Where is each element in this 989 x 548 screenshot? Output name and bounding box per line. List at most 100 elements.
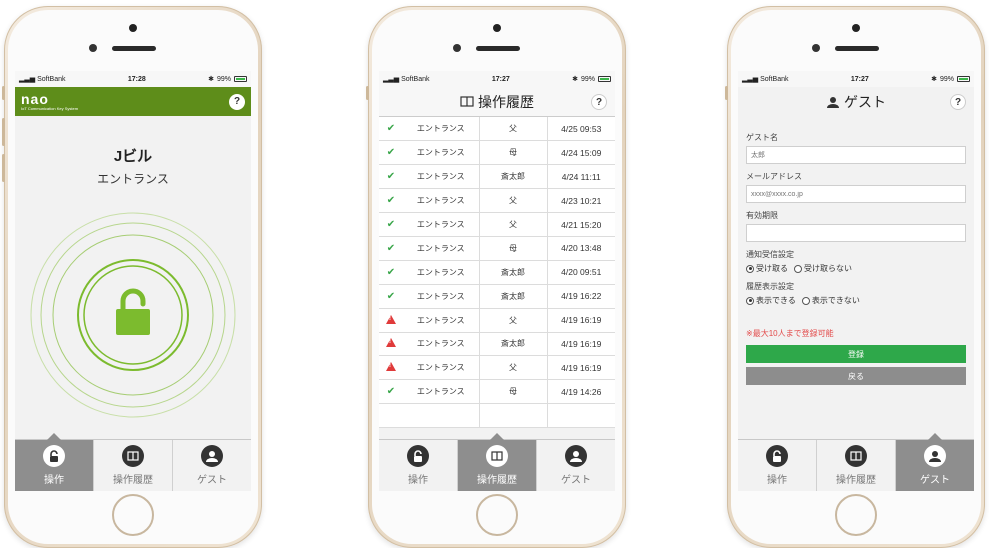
front-camera	[129, 24, 137, 32]
battery-icon	[233, 76, 247, 82]
status-cell: ✔	[379, 140, 403, 166]
earpiece-speaker	[835, 46, 879, 51]
tab-operation[interactable]: 操作	[15, 433, 93, 491]
tab-operation[interactable]: 操作	[379, 440, 457, 491]
status-cell: ✔	[379, 379, 403, 405]
tab-guest[interactable]: ゲスト	[536, 440, 615, 491]
radio-button[interactable]	[794, 264, 802, 273]
guest-icon	[924, 445, 946, 467]
status-cell	[379, 308, 403, 333]
battery-percent: 99%	[939, 75, 954, 83]
table-row: ✔ エントランス 斎太郎 4/19 16:22	[379, 284, 615, 309]
history-table: ✔ エントランス父 4/25 09:53 ✔ エントランス母 4/24 15:09 ✔ エント…	[379, 117, 615, 429]
time-cell: 4/23 10:21	[547, 188, 615, 214]
status-cell	[379, 355, 403, 381]
time-cell: 4/24 15:09	[547, 140, 615, 166]
history-visible-radio[interactable]: 表示できる	[746, 295, 796, 306]
book-icon	[122, 445, 144, 467]
success-check-icon: ✔	[386, 171, 396, 183]
status-cell: ✔	[379, 188, 403, 214]
tab-history[interactable]: 操作履歴	[457, 433, 536, 491]
tab-label: 操作履歴	[477, 475, 517, 486]
expiry-input[interactable]	[746, 224, 966, 242]
radio-button[interactable]	[746, 296, 754, 305]
time-cell: 4/19 16:22	[547, 284, 615, 309]
home-button[interactable]	[112, 494, 154, 536]
help-button[interactable]: ?	[591, 94, 607, 110]
tab-history[interactable]: 操作履歴	[93, 440, 172, 491]
mute-switch	[725, 86, 728, 100]
app-header: nao IoT Communication Key System ?	[15, 87, 251, 116]
expiry-label: 有効期限	[746, 211, 778, 220]
tab-bar: 操作 操作履歴 ゲスト	[15, 433, 251, 491]
mute-switch	[366, 86, 369, 100]
bluetooth-icon: ✱	[931, 76, 937, 83]
tab-guest[interactable]: ゲスト	[172, 440, 251, 491]
home-button[interactable]	[835, 494, 877, 536]
user-cell: 母	[479, 379, 548, 405]
phone-2: ▂▃▅ SoftBank 17:27 ✱ 99% 操作履歴 ? ✔ エントランス父…	[366, 6, 626, 548]
history-hidden-radio[interactable]: 表示できない	[801, 295, 860, 306]
tab-label: ゲスト	[561, 475, 591, 486]
book-icon	[486, 445, 508, 467]
status-cell: ✔	[379, 236, 403, 261]
page-title: ゲスト	[844, 94, 886, 110]
location-cell: エントランス	[403, 164, 480, 190]
location-cell: エントランス	[403, 308, 480, 333]
table-row: エントランス父4/19 16:19	[379, 308, 615, 333]
user-cell: 母	[479, 140, 548, 166]
back-button[interactable]: 戻る	[746, 367, 966, 385]
time-cell: 4/20 09:51	[547, 260, 615, 285]
brand-logo: nao IoT Communication Key System	[21, 92, 78, 111]
time-cell: 4/19 14:26	[547, 379, 615, 405]
guest-form: ゲスト名 メールアドレス 有効期限 通知受信設定 受け取る 受け取らない 履歴表…	[738, 117, 974, 385]
page-title: 操作履歴	[478, 93, 534, 110]
help-button[interactable]: ?	[950, 94, 966, 110]
clock: 17:28	[127, 75, 146, 83]
email-label: メールアドレス	[746, 172, 802, 181]
time-cell: 4/19 16:19	[547, 308, 615, 333]
time-cell	[547, 403, 615, 429]
volume-down-button	[2, 154, 5, 182]
radio-button[interactable]	[746, 264, 754, 273]
email-input[interactable]	[746, 185, 966, 203]
tab-guest[interactable]: ゲスト	[895, 433, 974, 491]
time-cell: 4/21 15:20	[547, 212, 615, 237]
table-row	[379, 403, 615, 429]
screen-guest: ▂▃▅ SoftBank 17:27 ✱ 99% ゲスト ? ゲスト名 メールア…	[738, 71, 974, 491]
door-name: エントランス	[97, 172, 169, 186]
notify-setting-label: 通知受信設定	[746, 250, 794, 259]
notify-decline-radio[interactable]: 受け取らない	[794, 263, 852, 274]
clock: 17:27	[850, 75, 869, 83]
help-button[interactable]: ?	[229, 93, 245, 110]
phone-1: ▂▃▅ SoftBank 17:28 ✱ 99% nao IoT Communi…	[2, 6, 262, 548]
front-camera	[852, 24, 860, 32]
unlock-icon	[43, 445, 65, 467]
status-cell	[379, 403, 403, 429]
table-row: ✔ エントランス父 4/25 09:53	[379, 117, 615, 142]
status-cell: ✔	[379, 260, 403, 285]
battery-icon	[597, 76, 611, 82]
tab-history[interactable]: 操作履歴	[816, 440, 895, 491]
guest-name-input[interactable]	[746, 146, 966, 164]
earpiece-speaker	[476, 46, 520, 51]
table-row: ✔ エントランス父 4/21 15:20	[379, 212, 615, 237]
home-button[interactable]	[476, 494, 518, 536]
user-cell: 斎太郎	[479, 164, 548, 190]
radio-button[interactable]	[801, 296, 810, 305]
proximity-sensor	[89, 44, 97, 52]
notify-receive-radio[interactable]: 受け取る	[746, 263, 788, 274]
battery-percent: 99%	[216, 75, 231, 83]
tab-label: 操作	[767, 475, 787, 486]
register-button[interactable]: 登録	[746, 345, 966, 363]
tab-operation[interactable]: 操作	[738, 440, 816, 491]
history-setting-label: 履歴表示設定	[746, 282, 794, 291]
table-row: ✔ エントランス母 4/24 15:09	[379, 140, 615, 166]
user-cell: 父	[479, 212, 548, 237]
table-row: エントランス父4/19 16:19	[379, 355, 615, 381]
table-row: ✔ エントランス 斎太郎 4/24 11:11	[379, 164, 615, 190]
carrier-label: ▂▃▅ SoftBank	[19, 76, 66, 83]
mute-switch	[2, 86, 5, 100]
unlock-dial[interactable]	[29, 211, 237, 419]
radio-label: 受け取る	[756, 264, 788, 273]
